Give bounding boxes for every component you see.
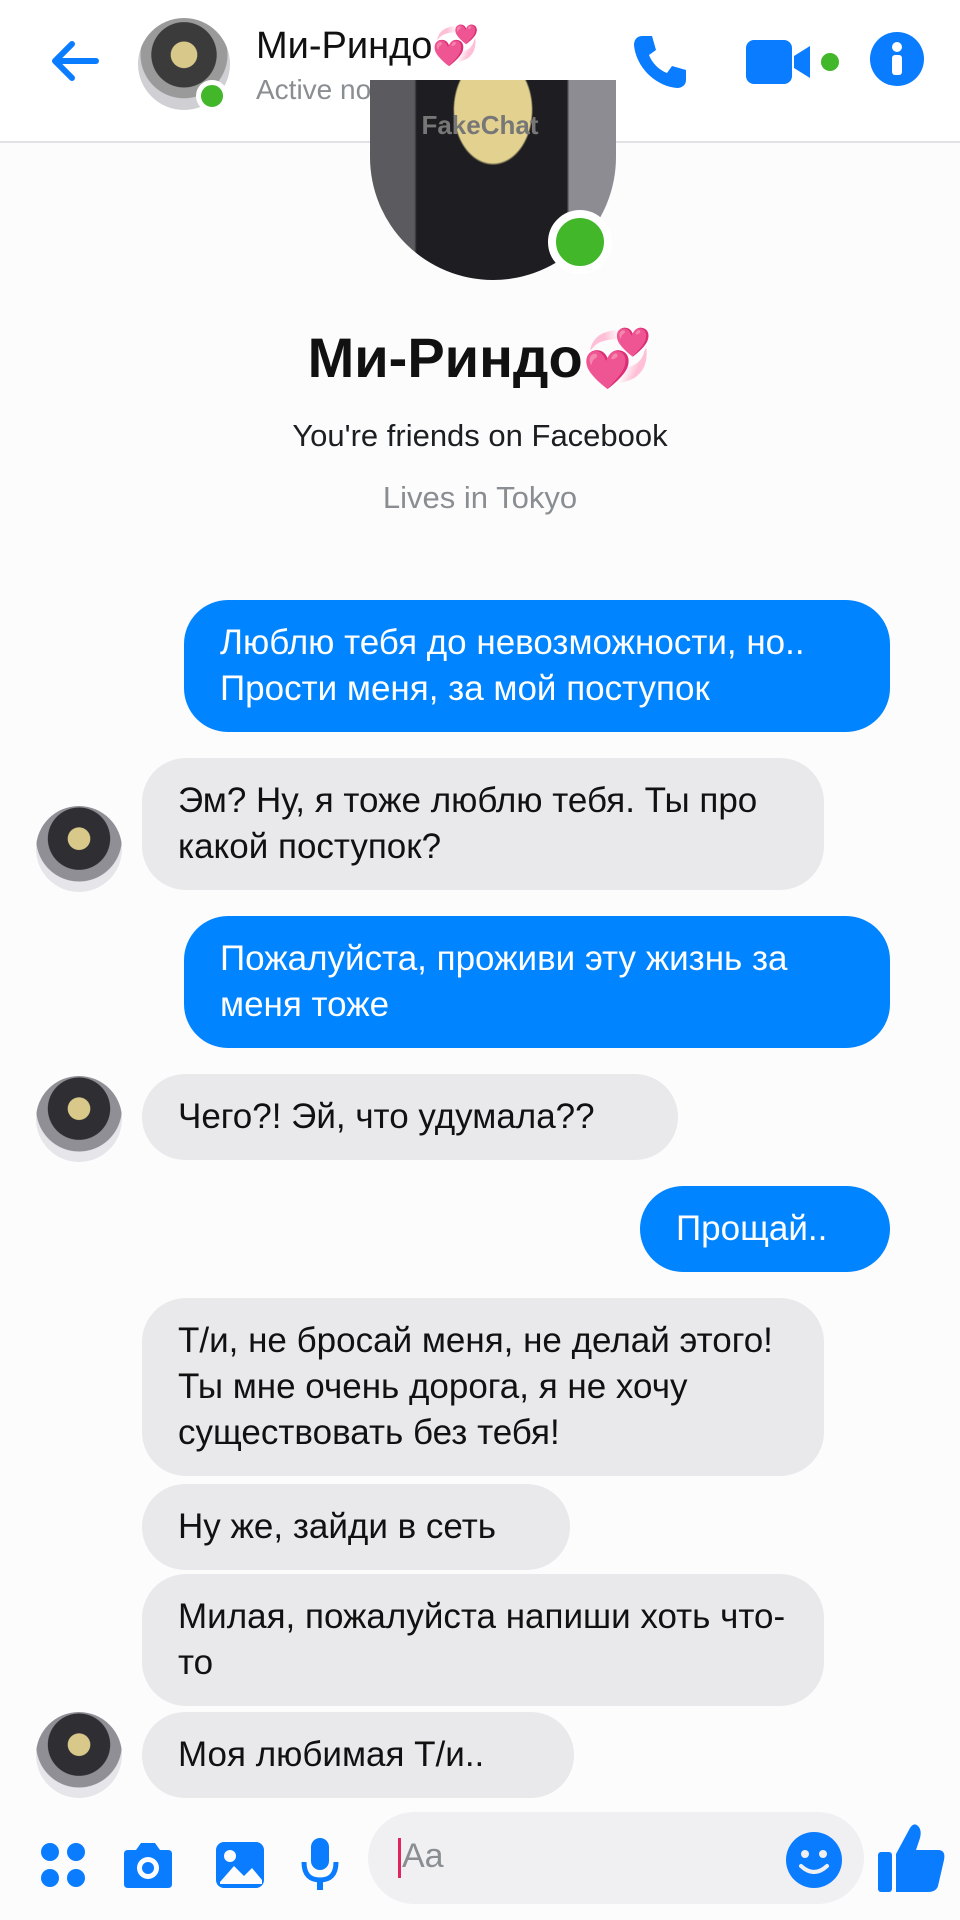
info-icon[interactable] bbox=[870, 32, 924, 86]
message-outgoing[interactable]: Прощай.. bbox=[640, 1186, 890, 1272]
image-icon[interactable] bbox=[214, 1840, 266, 1890]
message-outgoing[interactable]: Люблю тебя до невозможности, но.. Прости… bbox=[184, 600, 890, 732]
friends-status: You're friends on Facebook bbox=[292, 418, 668, 453]
message-incoming[interactable]: Ну же, зайди в сеть bbox=[142, 1484, 570, 1570]
sender-avatar bbox=[36, 1712, 122, 1798]
message-input-placeholder: Aa bbox=[402, 1837, 444, 1875]
sender-avatar bbox=[36, 806, 122, 892]
profile-name: Ми-Риндо💞 bbox=[307, 326, 653, 389]
online-indicator bbox=[196, 80, 228, 112]
apps-grid-icon[interactable] bbox=[38, 1840, 88, 1890]
message-outgoing[interactable]: Пожалуйста, проживи эту жизнь за меня то… bbox=[184, 916, 890, 1048]
contact-name[interactable]: Ми-Риндо💞 bbox=[256, 24, 480, 68]
text-cursor bbox=[398, 1838, 401, 1878]
profile-online-indicator bbox=[548, 210, 612, 274]
message-incoming[interactable]: Эм? Ну, я тоже люблю тебя. Ты про какой … bbox=[142, 758, 824, 890]
video-camera-icon[interactable] bbox=[744, 36, 840, 88]
thumbs-up-icon[interactable] bbox=[876, 1820, 948, 1896]
microphone-icon[interactable] bbox=[300, 1836, 340, 1894]
message-incoming[interactable]: Чего?! Эй, что удумала?? bbox=[142, 1074, 678, 1160]
camera-icon[interactable] bbox=[120, 1840, 176, 1890]
emoji-icon[interactable] bbox=[784, 1830, 844, 1890]
watermark: FakeChat bbox=[421, 110, 539, 140]
message-incoming[interactable]: Моя любимая Т/и.. bbox=[142, 1712, 574, 1798]
back-arrow-icon[interactable] bbox=[44, 30, 106, 92]
message-incoming[interactable]: Т/и, не бросай меня, не делай этого! Ты … bbox=[142, 1298, 824, 1476]
message-incoming[interactable]: Милая, пожалуйста напиши хоть что-то bbox=[142, 1574, 824, 1706]
phone-icon[interactable] bbox=[628, 30, 692, 94]
sender-avatar bbox=[36, 1076, 122, 1162]
location: Lives in Tokyo bbox=[382, 480, 578, 515]
